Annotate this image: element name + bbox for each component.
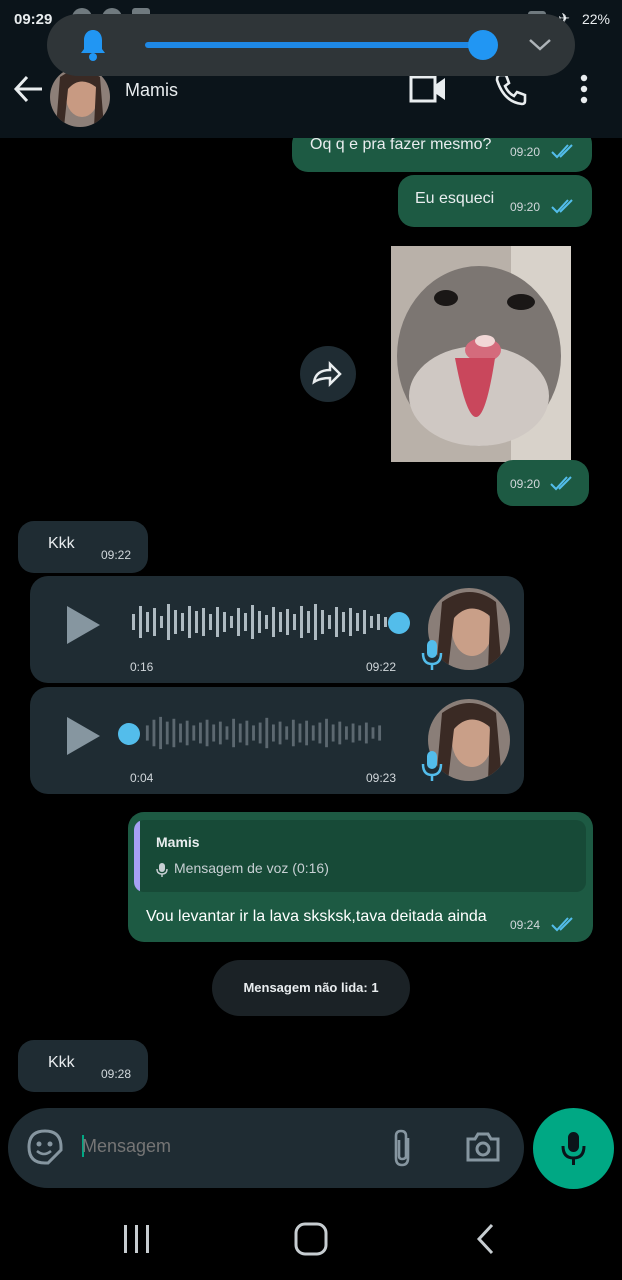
message-time: 09:28: [101, 1067, 132, 1081]
volume-panel: [47, 14, 575, 76]
message-bubble-outgoing[interactable]: Mamis Mensagem de voz (0:16) Vou levanta…: [128, 812, 593, 942]
message-text: Kkk: [48, 535, 75, 552]
microphone-icon: [156, 863, 168, 877]
microphone-icon: [561, 1132, 586, 1165]
voice-message[interactable]: 0:16 09:22: [30, 576, 524, 683]
play-icon[interactable]: [64, 604, 102, 646]
message-time: 09:24: [510, 918, 541, 932]
avatar[interactable]: [50, 67, 110, 127]
play-icon[interactable]: [64, 715, 102, 757]
contact-name[interactable]: Mamis: [125, 80, 178, 101]
message-text: Kkk: [48, 1054, 75, 1071]
back-icon[interactable]: [474, 1222, 498, 1256]
voice-duration: 0:16: [130, 660, 154, 674]
playback-position[interactable]: [118, 723, 140, 745]
microphone-icon: [421, 640, 443, 670]
forward-icon: [312, 360, 342, 388]
message-time: 09:23: [366, 771, 397, 785]
voice-message[interactable]: 0:04 09:23: [30, 687, 524, 794]
read-ticks-icon: [550, 476, 572, 491]
read-ticks-icon: [551, 144, 573, 159]
message-text: Oq q e pra fazer mesmo?: [310, 138, 492, 153]
quoted-snippet: Mensagem de voz (0:16): [174, 860, 329, 876]
message-text: Vou levantar ir la lava sksksk,tava deit…: [146, 908, 487, 925]
attachment-icon[interactable]: [388, 1128, 416, 1168]
volume-slider-thumb[interactable]: [468, 30, 498, 60]
read-ticks-icon: [551, 917, 573, 932]
message-time: 09:20: [510, 477, 541, 491]
message-input[interactable]: [82, 1136, 362, 1157]
voice-duration: 0:04: [130, 771, 154, 785]
bell-icon[interactable]: [79, 28, 107, 62]
camera-icon[interactable]: [464, 1130, 502, 1164]
volume-slider-track[interactable]: [145, 42, 485, 48]
quote-bar: [134, 820, 140, 892]
back-arrow-icon[interactable]: [12, 72, 46, 106]
status-time: 09:29: [14, 11, 53, 28]
image-caption-bubble[interactable]: 09:20: [497, 460, 589, 506]
unread-divider: Mensagem não lida: 1: [212, 960, 410, 1016]
home-icon[interactable]: [292, 1220, 330, 1258]
message-time: 09:20: [510, 200, 541, 214]
sticker-icon[interactable]: [26, 1128, 64, 1166]
message-bubble-incoming[interactable]: Kkk 09:22: [18, 521, 148, 573]
message-bubble-incoming[interactable]: Kkk 09:28: [18, 1040, 148, 1092]
quoted-message[interactable]: Mamis Mensagem de voz (0:16): [134, 820, 586, 892]
message-list[interactable]: Oq q e pra fazer mesmo? 09:20 Eu esqueci…: [0, 138, 622, 1106]
quoted-author: Mamis: [156, 834, 200, 850]
forward-button[interactable]: [300, 346, 356, 402]
image-attachment[interactable]: [391, 246, 571, 462]
waveform[interactable]: [144, 713, 400, 753]
message-composer: [8, 1108, 524, 1188]
more-options-icon[interactable]: [578, 74, 590, 104]
chevron-down-icon[interactable]: [527, 34, 553, 54]
microphone-icon: [421, 751, 443, 781]
system-navigation-bar: [0, 1200, 622, 1280]
message-time: 09:22: [101, 548, 132, 562]
recent-apps-icon[interactable]: [120, 1222, 154, 1256]
playback-position[interactable]: [388, 612, 410, 634]
battery-level: 22%: [581, 10, 610, 27]
message-bubble-outgoing[interactable]: Eu esqueci 09:20: [398, 175, 592, 227]
voice-record-button[interactable]: [533, 1108, 614, 1189]
message-text: Eu esqueci: [415, 190, 495, 207]
message-bubble-outgoing[interactable]: Oq q e pra fazer mesmo? 09:20: [292, 138, 592, 172]
waveform[interactable]: [130, 602, 400, 642]
message-time: 09:20: [510, 145, 541, 159]
video-call-icon[interactable]: [408, 72, 448, 106]
read-ticks-icon: [551, 199, 573, 214]
message-time: 09:22: [366, 660, 397, 674]
phone-call-icon[interactable]: [494, 72, 528, 106]
